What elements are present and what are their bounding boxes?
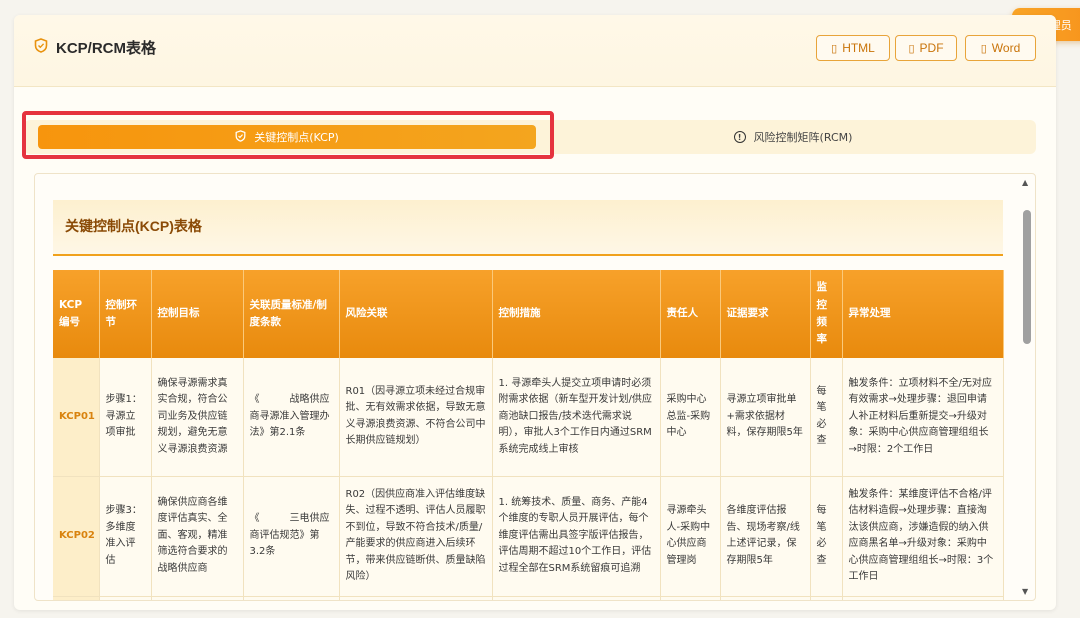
exception-handling: 触发条件：某维度评估不合格/评估材料造假→处理步骤：直接淘汰该供应商，涉嫌造假的… xyxy=(842,476,1004,597)
tab-rcm[interactable]: ! 风险控制矩阵(RCM) xyxy=(554,125,1032,149)
kcp-id: KCP01 xyxy=(53,358,100,477)
table-row-partial xyxy=(53,596,1004,600)
shield-icon xyxy=(34,38,48,57)
control-step: 步骤1：寻源立项审批 xyxy=(99,358,152,477)
risk-link: R02（因供应商准入评估维度缺失、过程不透明、评估人员履职不到位，导致不符合技术… xyxy=(339,476,493,597)
column-header: 控制环节 xyxy=(99,270,152,358)
owner: 采购中心总监-采购中心 xyxy=(660,358,721,477)
card-header: KCP/RCM表格 ▯ HTML ▯ PDF ▯ Word xyxy=(14,15,1056,87)
column-header: 监控频率 xyxy=(810,270,843,358)
kcp-rcm-card: KCP/RCM表格 ▯ HTML ▯ PDF ▯ Word 关键控制点(KCP)… xyxy=(14,15,1056,610)
monitor-frequency: 每笔必查 xyxy=(810,476,843,597)
control-goal: 确保供应商各维度评估真实、全面、客观，精准筛选符合要求的战略供应商 xyxy=(151,476,244,597)
control-measure: 1. 寻源牵头人提交立项申请时必须附需求依据（新车型开发计划/供应商池缺口报告/… xyxy=(492,358,661,477)
page-title: KCP/RCM表格 xyxy=(56,40,156,57)
export-html-label: HTML xyxy=(842,41,875,55)
kcp-table-panel: 关键控制点(KCP)表格 KCP编号 控制环节 控制目标 关联质量标准/制度条款… xyxy=(34,173,1036,601)
column-header: 责任人 xyxy=(660,270,721,358)
column-header: 异常处理 xyxy=(842,270,1004,358)
related-standard: 《 三电供应商评估规范》第3.2条 xyxy=(243,476,340,597)
control-step: 步骤3：多维度准入评估 xyxy=(99,476,152,597)
column-header: 控制措施 xyxy=(492,270,661,358)
export-word-button[interactable]: ▯ Word xyxy=(965,35,1036,61)
control-measure: 1. 统筹技术、质量、商务、产能4个维度的专职人员开展评估，每个维度评估需出具签… xyxy=(492,476,661,597)
related-standard: 《 战略供应商寻源准入管理办法》第2.1条 xyxy=(243,358,340,477)
shield-check-icon xyxy=(235,129,246,145)
section-title: 关键控制点(KCP)表格 xyxy=(53,200,1003,256)
exception-handling: 触发条件：立项材料不全/无对应有效需求→处理步骤：退回申请人补正材料后重新提交→… xyxy=(842,358,1004,477)
scrollbar-thumb[interactable] xyxy=(1023,210,1031,344)
column-header: 风险关联 xyxy=(339,270,493,358)
column-header: KCP编号 xyxy=(53,270,100,358)
monitor-frequency: 每笔必查 xyxy=(810,358,843,477)
kcp-table: KCP编号 控制环节 控制目标 关联质量标准/制度条款 风险关联 控制措施 责任… xyxy=(53,270,1004,600)
tab-kcp-label: 关键控制点(KCP) xyxy=(254,131,339,144)
risk-link: R01（因寻源立项未经过合规审批、无有效需求依据，导致无意义寻源浪费资源、不符合… xyxy=(339,358,493,477)
evidence: 寻源立项审批单+需求依据材料，保存期限5年 xyxy=(720,358,811,477)
scroll-up-arrow-icon[interactable]: ▲ xyxy=(1022,178,1028,187)
export-pdf-button[interactable]: ▯ PDF xyxy=(895,35,957,61)
table-row: KCP01 步骤1：寻源立项审批 确保寻源需求真实合规，符合公司业务及供应链规划… xyxy=(53,358,1004,477)
document-icon: ▯ xyxy=(908,42,915,55)
export-html-button[interactable]: ▯ HTML xyxy=(816,35,890,61)
tab-rcm-label: 风险控制矩阵(RCM) xyxy=(753,131,853,144)
column-header: 证据要求 xyxy=(720,270,811,358)
document-icon: ▯ xyxy=(980,42,987,55)
export-word-label: Word xyxy=(991,41,1021,55)
owner: 寻源牵头人-采购中心供应商管理岗 xyxy=(660,476,721,597)
column-header: 关联质量标准/制度条款 xyxy=(243,270,340,358)
scroll-down-arrow-icon[interactable]: ▼ xyxy=(1022,587,1028,596)
kcp-id: KCP02 xyxy=(53,476,100,597)
tab-kcp[interactable]: 关键控制点(KCP) xyxy=(38,125,536,149)
evidence: 各维度评估报告、现场考察/线上述评记录，保存期限5年 xyxy=(720,476,811,597)
vertical-scrollbar[interactable]: ▲ ▼ xyxy=(1019,174,1035,600)
control-goal: 确保寻源需求真实合规，符合公司业务及供应链规划，避免无意义寻源浪费资源 xyxy=(151,358,244,477)
export-pdf-label: PDF xyxy=(919,41,944,55)
info-icon: ! xyxy=(733,131,746,143)
document-icon: ▯ xyxy=(831,42,838,55)
column-header: 控制目标 xyxy=(151,270,244,358)
table-row: KCP02 步骤3：多维度准入评估 确保供应商各维度评估真实、全面、客观，精准筛… xyxy=(53,476,1004,597)
table-header-row: KCP编号 控制环节 控制目标 关联质量标准/制度条款 风险关联 控制措施 责任… xyxy=(53,270,1004,358)
title-wrap: KCP/RCM表格 xyxy=(34,37,156,58)
